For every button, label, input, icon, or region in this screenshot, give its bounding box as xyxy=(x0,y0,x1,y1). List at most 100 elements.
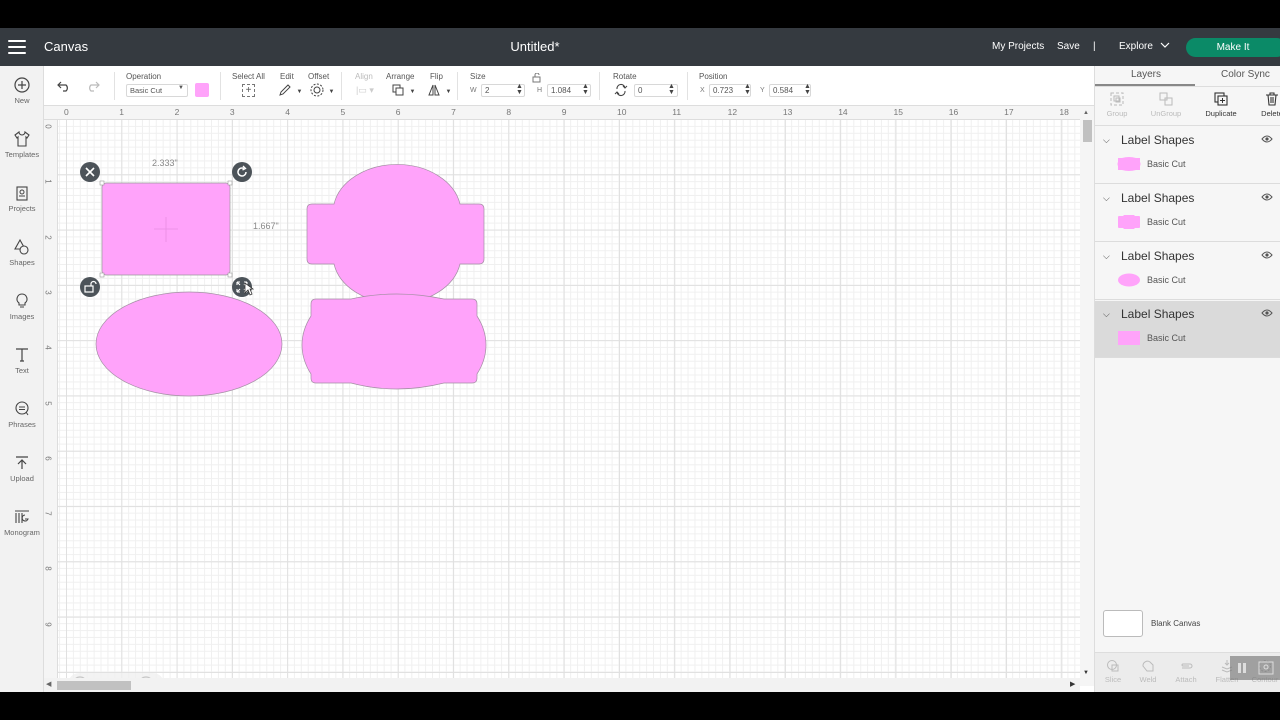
undo-icon[interactable] xyxy=(57,80,71,92)
sidebar-item-monogram[interactable]: Monogram xyxy=(0,508,44,537)
make-it-button[interactable]: Make It xyxy=(1186,38,1280,57)
oval-shape[interactable] xyxy=(95,291,283,397)
height-label: H xyxy=(537,87,543,94)
layer-item[interactable]: ⌵ Label Shapes Basic Cut xyxy=(1095,185,1280,242)
operation-color-swatch[interactable] xyxy=(195,83,209,97)
delete-handle[interactable] xyxy=(80,162,100,182)
sidebar-label: Phrases xyxy=(8,420,36,429)
my-projects-link[interactable]: My Projects xyxy=(992,41,1044,52)
x-spinner[interactable]: ▲ ▼ xyxy=(744,83,751,96)
group-label: Group xyxy=(1106,109,1128,118)
align-label: Align xyxy=(355,72,373,81)
layer-name: Label Shapes xyxy=(1121,191,1195,205)
sidebar-item-shapes[interactable]: Shapes xyxy=(0,238,44,267)
horizontal-scroll-thumb[interactable] xyxy=(57,681,131,690)
divider xyxy=(687,72,688,100)
ruler-tick-label: 7 xyxy=(43,511,53,516)
layer-item-selected[interactable]: ⌵ Label Shapes Basic Cut xyxy=(1095,301,1280,358)
duplicate-button[interactable]: Duplicate xyxy=(1201,91,1241,118)
align-button[interactable]: |▭ ▾ xyxy=(356,85,374,96)
chevron-down-icon[interactable]: ⌵ xyxy=(1103,193,1110,204)
rotate-icon xyxy=(237,165,247,177)
chevron-down-icon[interactable]: ⌵ xyxy=(1103,251,1110,262)
ruler-tick-label: 7 xyxy=(451,107,456,117)
flip-button[interactable]: ▼ xyxy=(427,83,451,102)
eye-icon[interactable] xyxy=(1261,309,1273,317)
trash-icon xyxy=(1266,92,1278,106)
y-spinner[interactable]: ▲ ▼ xyxy=(804,83,811,96)
sidebar-item-images[interactable]: Images xyxy=(0,292,44,321)
offset-icon xyxy=(310,83,324,97)
explore-label: Explore xyxy=(1119,41,1153,52)
mouse-cursor-icon xyxy=(244,282,254,296)
arrange-button[interactable]: ▼ xyxy=(391,83,415,102)
eye-icon[interactable] xyxy=(1261,193,1273,201)
ruler-tick-label: 6 xyxy=(395,107,401,117)
sidebar-item-text[interactable]: Text xyxy=(0,346,44,375)
sidebar-label: Templates xyxy=(4,150,40,159)
scroll-left-arrow-icon[interactable]: ◀ xyxy=(46,680,51,688)
position-label: Position xyxy=(699,72,728,81)
ungroup-button[interactable]: UnGroup xyxy=(1146,91,1186,118)
weld-icon xyxy=(1142,660,1154,672)
layer-item[interactable]: ⌵ Label Shapes Basic Cut xyxy=(1095,127,1280,184)
scroll-up-arrow-icon[interactable]: ▲ xyxy=(1083,110,1089,116)
chevron-down-icon[interactable]: ⌵ xyxy=(1103,309,1110,320)
lock-handle[interactable] xyxy=(80,277,100,297)
lock-ratio-icon[interactable] xyxy=(531,73,543,83)
vertical-scrollbar[interactable]: ▲ ▼ xyxy=(1080,106,1094,686)
tab-layers[interactable]: Layers xyxy=(1131,69,1161,80)
redo-icon[interactable] xyxy=(86,80,100,92)
sidebar-item-upload[interactable]: Upload xyxy=(0,454,44,483)
sidebar-item-new[interactable]: New xyxy=(0,76,44,105)
pencil-icon xyxy=(279,84,291,96)
ruler-tick-label: 3 xyxy=(43,290,53,295)
flip-icon xyxy=(428,84,440,96)
operation-select[interactable]: Basic Cut ▼ xyxy=(126,84,188,97)
vertical-scroll-thumb[interactable] xyxy=(1083,120,1092,142)
ruler-tick-label: 5 xyxy=(43,400,53,406)
sidebar-item-phrases[interactable]: Phrases xyxy=(0,400,44,429)
tab-color-sync[interactable]: Color Sync xyxy=(1221,69,1270,80)
corner-handle[interactable] xyxy=(99,180,105,186)
ruler-tick-label: 4 xyxy=(43,345,53,350)
layer-thumbnail xyxy=(1118,331,1140,345)
delete-button[interactable]: Delete xyxy=(1252,91,1280,118)
attach-button[interactable]: Attach xyxy=(1168,659,1204,684)
group-button[interactable]: Group xyxy=(1097,91,1137,118)
shirt-icon xyxy=(14,130,30,147)
ruler-tick-label: 5 xyxy=(340,107,346,117)
horizontal-scrollbar[interactable]: ◀ ▶ xyxy=(44,678,1080,692)
layer-item[interactable]: ⌵ Label Shapes Basic Cut xyxy=(1095,243,1280,300)
lightbulb-icon xyxy=(16,293,28,308)
edit-button[interactable]: ▼ xyxy=(278,83,302,102)
chevron-down-icon[interactable]: ⌵ xyxy=(1103,135,1110,146)
rotate-handle[interactable] xyxy=(232,162,252,182)
weld-button[interactable]: Weld xyxy=(1130,659,1166,684)
blank-canvas-swatch[interactable] xyxy=(1103,610,1143,637)
offset-button[interactable]: ▼ xyxy=(310,83,334,102)
size-label: Size xyxy=(470,72,486,81)
scroll-right-arrow-icon[interactable]: ▶ xyxy=(1070,680,1075,688)
select-all-icon[interactable]: + xyxy=(242,84,255,97)
canvas-area[interactable]: 2.333" 1.667" 100% xyxy=(58,120,1080,686)
rotate-spinner[interactable]: ▲ ▼ xyxy=(668,83,675,96)
sidebar-item-projects[interactable]: Projects xyxy=(0,184,44,213)
explore-menu[interactable]: Explore xyxy=(1119,41,1170,52)
corner-handle[interactable] xyxy=(99,272,105,278)
sidebar-item-templates[interactable]: Templates xyxy=(0,130,44,159)
close-icon xyxy=(85,167,95,177)
design-space: Canvas Untitled* My Projects Save | Expl… xyxy=(0,28,1280,692)
scroll-down-arrow-icon[interactable]: ▼ xyxy=(1083,670,1089,676)
slice-button[interactable]: Slice xyxy=(1095,659,1131,684)
ruler-tick-label: 9 xyxy=(43,621,53,627)
layers-panel: Layers Color Sync Group UnGroup Duplicat… xyxy=(1094,66,1280,692)
height-spinner[interactable]: ▲ ▼ xyxy=(582,83,589,96)
x-label: X xyxy=(700,87,705,94)
width-spinner[interactable]: ▲ ▼ xyxy=(516,83,523,96)
bracket-label-shape[interactable] xyxy=(301,293,487,390)
eye-icon[interactable] xyxy=(1261,251,1273,259)
eye-icon[interactable] xyxy=(1261,135,1273,143)
tab-label-shape[interactable] xyxy=(306,164,485,304)
save-link[interactable]: Save xyxy=(1057,41,1080,52)
